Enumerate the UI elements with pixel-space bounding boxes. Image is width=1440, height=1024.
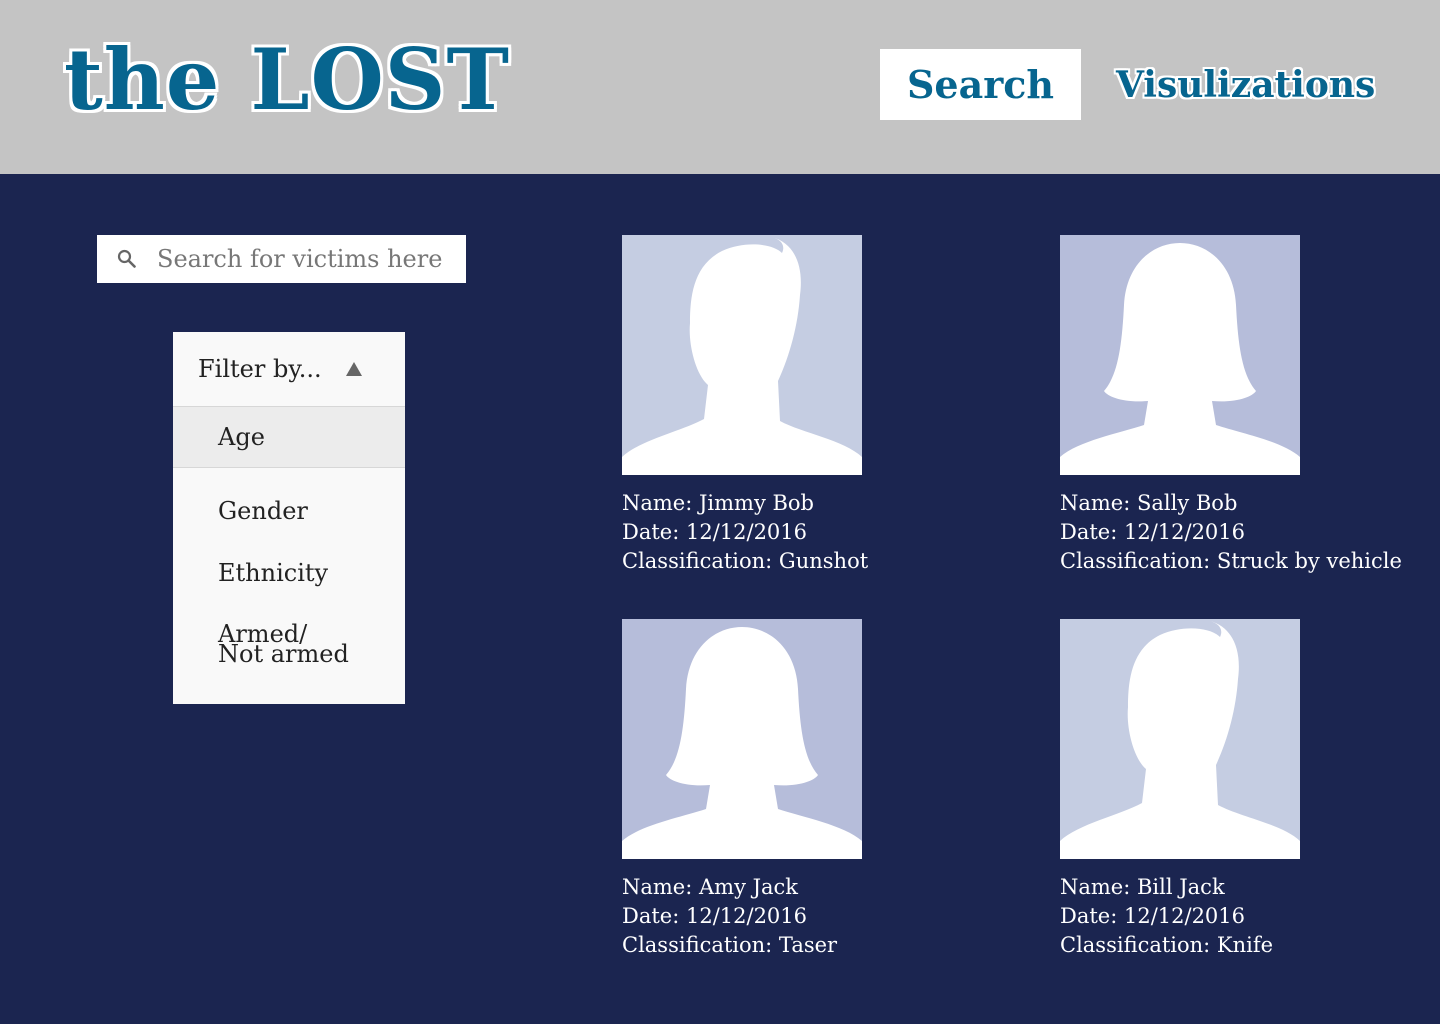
male-avatar-icon	[1060, 619, 1300, 859]
search-icon	[97, 248, 157, 270]
victim-classification: Classification: Gunshot	[622, 549, 869, 573]
filter-option-armed[interactable]: Armed/ Not armed	[173, 622, 373, 668]
nav-visualizations-link[interactable]: Visulizations	[1116, 49, 1375, 120]
filter-option-armed-line2: Not armed	[218, 640, 349, 668]
male-avatar-icon	[622, 235, 862, 475]
filter-option-ethnicity[interactable]: Ethnicity	[173, 559, 328, 587]
victim-name: Name: Bill Jack	[1060, 875, 1225, 899]
filter-option-age[interactable]: Age	[173, 407, 405, 468]
victim-date: Date: 12/12/2016	[1060, 520, 1246, 544]
victim-classification: Classification: Knife	[1060, 933, 1274, 957]
female-avatar-icon	[1060, 235, 1300, 475]
site-header: the LOST Search Visulizations	[0, 0, 1440, 174]
triangle-up-icon	[345, 355, 363, 383]
victim-card[interactable]: Name: Amy Jack Date: 12/12/2016 Classifi…	[622, 619, 982, 960]
victim-card[interactable]: Name: Jimmy Bob Date: 12/12/2016 Classif…	[622, 235, 982, 576]
victim-name: Name: Sally Bob	[1060, 491, 1238, 515]
nav-search-button[interactable]: Search	[880, 49, 1081, 120]
victim-date: Date: 12/12/2016	[622, 520, 808, 544]
victim-classification: Classification: Struck by vehicle	[1060, 549, 1402, 573]
victim-name: Name: Jimmy Bob	[622, 491, 815, 515]
victim-search-box	[97, 235, 466, 283]
filter-toggle[interactable]: Filter by...	[173, 332, 405, 407]
victim-date: Date: 12/12/2016	[622, 904, 808, 928]
victim-classification: Classification: Taser	[622, 933, 838, 957]
victim-name: Name: Amy Jack	[622, 875, 799, 899]
filter-option-gender[interactable]: Gender	[173, 497, 308, 525]
filter-label: Filter by...	[198, 355, 322, 383]
filter-dropdown: Filter by... Age Gender Ethnicity Armed/…	[173, 332, 405, 704]
victim-card[interactable]: Name: Sally Bob Date: 12/12/2016 Classif…	[1060, 235, 1420, 576]
victim-card[interactable]: Name: Bill Jack Date: 12/12/2016 Classif…	[1060, 619, 1420, 960]
victim-search-input[interactable]	[157, 245, 457, 273]
female-avatar-icon	[622, 619, 862, 859]
site-logo[interactable]: the LOST	[64, 30, 510, 130]
victim-date: Date: 12/12/2016	[1060, 904, 1246, 928]
